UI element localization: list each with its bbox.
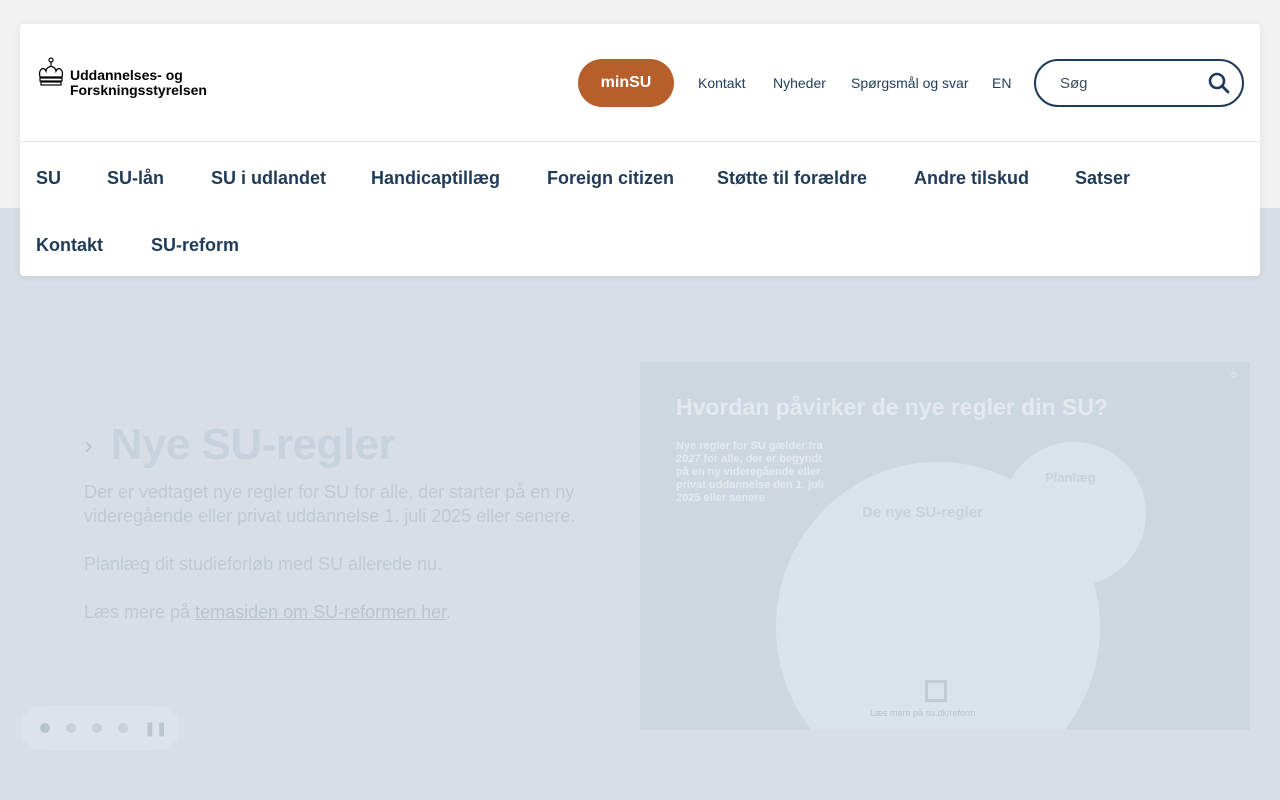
nav-item-stoette-foraeldre[interactable]: Støtte til forældre	[717, 168, 867, 189]
hero-paragraph-3-prefix: Læs mere på	[84, 602, 196, 622]
nav-item-satser[interactable]: Satser	[1075, 168, 1130, 189]
site-logo[interactable]: Uddannelses- og Forskningsstyrelsen	[36, 57, 207, 98]
hero-paragraph-3: Læs mere på temasiden om SU-reformen her…	[84, 600, 584, 624]
nav-item-su-reform[interactable]: SU-reform	[151, 235, 239, 256]
image-bubble-title: De nye SU-regler	[862, 504, 983, 521]
image-more-text: Læs mere på su.dk/reform	[870, 708, 976, 718]
logo-text: Uddannelses- og Forskningsstyrelsen	[70, 68, 207, 98]
carousel-dot-1[interactable]	[40, 723, 50, 733]
crown-icon	[38, 57, 64, 86]
nav-item-su-udlandet[interactable]: SU i udlandet	[211, 168, 326, 189]
hero-paragraph-1: Der er vedtaget nye regler for SU for al…	[84, 482, 576, 526]
image-logo-icon: ♔	[1229, 370, 1238, 380]
site-header: Uddannelses- og Forskningsstyrelsen minS…	[20, 24, 1260, 276]
top-bar: Uddannelses- og Forskningsstyrelsen minS…	[20, 24, 1260, 142]
search-input[interactable]	[1060, 74, 1200, 92]
minsu-button[interactable]: minSU	[578, 59, 674, 107]
nav-item-handicaptillaeg[interactable]: Handicaptillæg	[371, 168, 500, 189]
hero-text-block: › Nye SU-regler Der er vedtaget nye regl…	[84, 420, 584, 648]
hero-paragraph-2: Planlæg dit studieforløb med SU allerede…	[84, 554, 443, 574]
hero-paragraph-3-suffix: .	[446, 602, 452, 622]
carousel-dot-4[interactable]	[118, 723, 128, 733]
nav-item-su[interactable]: SU	[36, 168, 61, 189]
image-intro: Nye regler for SU gælder fra 2027 for al…	[676, 440, 824, 504]
nav-item-su-laan[interactable]: SU-lån	[107, 168, 164, 189]
hero-description: Der er vedtaget nye regler for SU for al…	[84, 480, 584, 624]
nav-item-foreign-citizen[interactable]: Foreign citizen	[547, 168, 674, 189]
chevron-right-icon: ›	[84, 429, 93, 460]
image-title: Hvordan påvirker de nye regler din SU?	[676, 394, 1109, 420]
top-link-faq[interactable]: Spørgsmål og svar	[851, 75, 968, 91]
search-box	[1034, 59, 1244, 107]
logo-line-2: Forskningsstyrelsen	[70, 82, 207, 98]
nav-item-kontakt[interactable]: Kontakt	[36, 235, 103, 256]
hero-heading: › Nye SU-regler	[84, 420, 584, 470]
reform-theme-link[interactable]: temasiden om SU-reformen her	[195, 602, 446, 622]
qr-code-icon	[925, 680, 947, 702]
image-bubble-small	[1002, 442, 1146, 586]
top-link-language[interactable]: EN	[992, 75, 1011, 91]
carousel-dot-3[interactable]	[92, 723, 102, 733]
hero-title: Nye SU-regler	[110, 420, 396, 469]
logo-line-1: Uddannelses- og	[70, 67, 183, 83]
top-link-kontakt[interactable]: Kontakt	[698, 75, 745, 91]
carousel-controls: ❚❚	[20, 706, 180, 750]
carousel-dot-2[interactable]	[66, 723, 76, 733]
search-icon[interactable]	[1208, 72, 1230, 94]
pause-icon[interactable]: ❚❚	[144, 720, 167, 737]
nav-item-andre-tilskud[interactable]: Andre tilskud	[914, 168, 1029, 189]
hero-image: ♔ Hvordan påvirker de nye regler din SU?…	[640, 362, 1250, 730]
top-link-nyheder[interactable]: Nyheder	[773, 75, 826, 91]
image-plan-title: Planlæg	[1045, 470, 1096, 485]
